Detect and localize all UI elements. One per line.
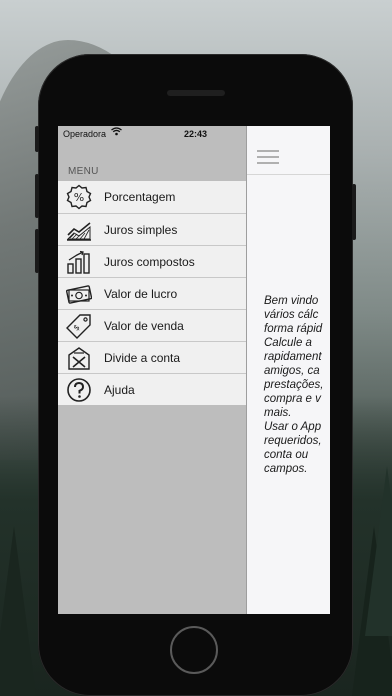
menu-item-divide-a-conta[interactable]: Divide a conta <box>58 341 246 373</box>
welcome-line: amigos, ca <box>264 365 320 377</box>
main-panel: Bem vindo vários cálc forma rápid Calcul… <box>246 126 330 614</box>
screen: Operadora 22:43 ⚡ MENU % Porcentagem <box>58 126 330 614</box>
welcome-line: Usar o App <box>264 421 322 433</box>
welcome-line: Calcule a <box>264 337 312 349</box>
earpiece-speaker <box>167 90 225 96</box>
phone-frame: Operadora 22:43 ⚡ MENU % Porcentagem <box>35 54 356 696</box>
welcome-line: campos. <box>264 463 308 475</box>
menu-item-valor-de-venda[interactable]: $ Valor de venda <box>58 309 246 341</box>
line-chart-icon <box>66 217 92 243</box>
power-button <box>352 184 356 240</box>
hamburger-menu-icon[interactable] <box>257 150 279 164</box>
menu-item-juros-simples[interactable]: Juros simples <box>58 213 246 245</box>
welcome-line: requeridos, <box>264 435 322 447</box>
clock: 22:43 <box>184 129 208 139</box>
menu-item-label: Ajuda <box>104 383 135 397</box>
nav-bar <box>247 142 330 175</box>
welcome-line: forma rápid <box>264 323 323 335</box>
menu-item-valor-de-lucro[interactable]: Valor de lucro <box>58 277 246 309</box>
volume-up-button <box>35 174 39 218</box>
menu-item-ajuda[interactable]: Ajuda <box>58 373 246 405</box>
svg-text:%: % <box>74 191 84 204</box>
menu-item-label: Divide a conta <box>104 351 181 365</box>
carrier-label: Operadora <box>63 129 107 139</box>
menu-header: MENU <box>68 166 99 177</box>
menu-list: % Porcentagem Juros simples Juros compos… <box>58 181 246 405</box>
percent-icon: % <box>66 184 92 210</box>
menu-item-label: Porcentagem <box>104 190 176 204</box>
welcome-line: prestações, <box>264 379 324 391</box>
bar-chart-icon <box>66 249 92 275</box>
welcome-line: vários cálc <box>264 309 319 321</box>
home-button[interactable] <box>170 626 218 674</box>
menu-item-label: Valor de lucro <box>104 287 178 301</box>
welcome-line: mais. <box>264 407 292 419</box>
split-bill-icon <box>66 345 92 371</box>
menu-item-label: Juros compostos <box>104 255 195 269</box>
welcome-text: Bem vindo vários cálc forma rápid Calcul… <box>264 294 330 476</box>
menu-item-juros-compostos[interactable]: Juros compostos <box>58 245 246 277</box>
menu-item-label: Juros simples <box>104 223 178 237</box>
welcome-line: Bem vindo <box>264 295 319 307</box>
help-icon <box>66 377 92 403</box>
menu-item-porcentagem[interactable]: % Porcentagem <box>58 181 246 213</box>
welcome-line: conta ou <box>264 449 309 461</box>
money-icon <box>65 281 93 307</box>
menu-item-label: Valor de venda <box>104 319 184 333</box>
svg-text:$: $ <box>72 323 82 333</box>
side-menu: MENU % Porcentagem Juros simples Juros c… <box>58 142 246 614</box>
wifi-icon <box>111 127 122 138</box>
mute-switch <box>35 126 39 152</box>
welcome-line: rapidament <box>264 351 322 363</box>
price-tag-icon: $ <box>66 313 92 339</box>
welcome-line: compra e v <box>264 393 321 405</box>
volume-down-button <box>35 229 39 273</box>
